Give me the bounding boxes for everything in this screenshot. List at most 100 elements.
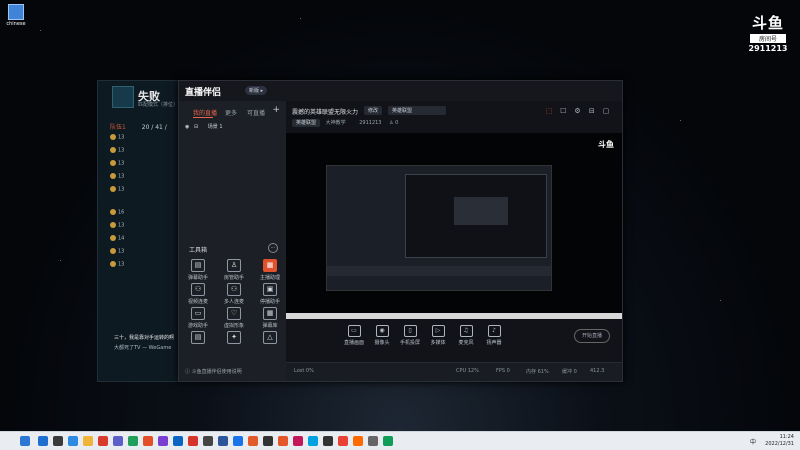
- taskbar-app-icon[interactable]: [248, 436, 258, 446]
- category-selector[interactable]: 英雄联盟: [388, 106, 446, 115]
- tool-label: 视频连麦: [187, 299, 208, 305]
- taskbar-app-icon[interactable]: [293, 436, 303, 446]
- taskbar-app-icon[interactable]: [143, 436, 153, 446]
- tool-button[interactable]: ▣ 停播助手: [255, 283, 285, 305]
- settings-icon[interactable]: ⚙: [572, 107, 584, 115]
- tool-button[interactable]: ⚇ 多人连麦: [219, 283, 249, 305]
- taskbar-app-icon[interactable]: [113, 436, 123, 446]
- control-button[interactable]: ♪ 扬声器: [480, 325, 508, 346]
- room-id: 2911213: [359, 120, 382, 126]
- champion-icon: [110, 235, 116, 241]
- tool-button[interactable]: ♙ 房管助手: [219, 259, 249, 281]
- room-category-chip[interactable]: 英雄联盟: [292, 119, 321, 127]
- control-icon: ▭: [347, 325, 361, 337]
- preview-nested-window: [405, 174, 547, 258]
- tab-available[interactable]: 可直播: [247, 108, 265, 117]
- control-icon: ♫: [459, 325, 473, 337]
- tool-label: 主播助理: [259, 275, 280, 281]
- team-row: 13: [110, 173, 182, 183]
- layout-icon[interactable]: ▢: [600, 107, 612, 115]
- taskbar-app-icon[interactable]: [353, 436, 363, 446]
- eye-icon[interactable]: ◉: [185, 124, 189, 130]
- status-buffer: 缓冲 0: [562, 369, 577, 375]
- control-bar: ▭ 直播画面 ◉ 摄像头 ▯ 手机投屏 ▷ 多媒体 ♫ 麦克风 ♪ 扬声器: [286, 323, 622, 353]
- tool-button[interactable]: ▤ 弹幕助手: [183, 259, 213, 281]
- taskbar-app-icon[interactable]: [173, 436, 183, 446]
- control-button[interactable]: ▷ 多媒体: [424, 325, 452, 346]
- taskbar-app-icon[interactable]: [128, 436, 138, 446]
- desktop-icon[interactable]: chinese: [6, 4, 26, 27]
- streaming-app-window[interactable]: 直播伴侣 新版 ▸ 我的直播 更多 可直播 + ◉ ⊟ 场景 1 工具箱 ⋯ ▤…: [178, 80, 623, 382]
- scene-item[interactable]: ◉ ⊟ 场景 1: [185, 123, 223, 130]
- control-label: 手机投屏: [399, 340, 420, 346]
- tool-button[interactable]: ▤: [183, 331, 213, 346]
- control-label: 多媒体: [430, 340, 446, 346]
- tool-button[interactable]: ✦: [219, 331, 249, 346]
- lock-icon[interactable]: ⊟: [194, 124, 198, 130]
- tool-button[interactable]: ▦ 弹幕库: [255, 307, 285, 329]
- tool-button[interactable]: ▭ 游戏助手: [183, 307, 213, 329]
- tool-label: 弹幕助手: [187, 275, 208, 281]
- main-area: 震撼的英雄联盟无限火力 修改 英雄联盟 英雄联盟 大神教学 2911213 ♙ …: [286, 101, 622, 381]
- star: [300, 18, 301, 19]
- taskbar-app-icon[interactable]: [323, 436, 333, 446]
- taskbar-app-icon[interactable]: [158, 436, 168, 446]
- taskbar-app-icon[interactable]: [83, 436, 93, 446]
- control-label: 摄像头: [374, 340, 390, 346]
- control-button[interactable]: ◉ 摄像头: [368, 325, 396, 346]
- taskbar-app-icon[interactable]: [308, 436, 318, 446]
- clock-time: 11:24: [779, 434, 794, 440]
- taskbar-app-icon[interactable]: [338, 436, 348, 446]
- team-row: 13: [110, 134, 182, 144]
- more-icon[interactable]: ⋯: [268, 243, 278, 253]
- input-language[interactable]: 中: [750, 437, 756, 446]
- edit-title-button[interactable]: 修改: [364, 106, 383, 115]
- taskbar-app-icon[interactable]: [38, 436, 48, 446]
- watermark-room-number: 2911213: [748, 44, 788, 53]
- preview-scene-strip: [286, 313, 622, 319]
- star: [60, 260, 61, 261]
- champion-icon: [110, 160, 116, 166]
- stream-preview[interactable]: 斗鱼: [286, 133, 622, 319]
- player-level: 13: [118, 160, 125, 167]
- record-icon[interactable]: ⬚: [543, 107, 555, 115]
- status-fps: FPS 0: [496, 368, 510, 374]
- control-icon: ▯: [403, 325, 417, 337]
- status-bar: Lost 0% CPU 12% FPS 0 内存 61% 缓冲 0 412.3: [286, 362, 622, 381]
- control-button[interactable]: ♫ 麦克风: [452, 325, 480, 346]
- taskbar-app-icon[interactable]: [98, 436, 108, 446]
- taskbar-app-icon[interactable]: [233, 436, 243, 446]
- taskbar-app-icon[interactable]: [263, 436, 273, 446]
- player-level: 13: [118, 186, 125, 193]
- tool-button[interactable]: ♡ 虚拟形象: [219, 307, 249, 329]
- help-note[interactable]: ⓘ 斗鱼直播伴侣使用说明: [185, 368, 242, 375]
- taskbar-app-icon[interactable]: [68, 436, 78, 446]
- tool-icon: ⚇: [227, 283, 241, 296]
- control-icon: ◉: [375, 325, 389, 337]
- taskbar-app-icon[interactable]: [368, 436, 378, 446]
- taskbar-app-icon[interactable]: [188, 436, 198, 446]
- control-button[interactable]: ▭ 直播画面: [340, 325, 368, 346]
- add-scene-button[interactable]: +: [272, 105, 280, 115]
- tool-button[interactable]: ⚇ 视频连麦: [183, 283, 213, 305]
- status-memory: 内存 61%: [526, 369, 549, 375]
- tab-my-live[interactable]: 我的直播: [193, 108, 217, 117]
- team-row: 13: [110, 147, 182, 157]
- version-badge[interactable]: 新版 ▸: [245, 86, 268, 95]
- taskbar-app-icon[interactable]: [218, 436, 228, 446]
- tool-button[interactable]: ▦ 主播助理: [255, 259, 285, 281]
- player-level: 14: [118, 235, 125, 242]
- tab-more[interactable]: 更多: [225, 108, 237, 117]
- message-icon[interactable]: ☐: [557, 107, 569, 115]
- tool-button[interactable]: △: [255, 331, 285, 346]
- taskbar-app-icon[interactable]: [203, 436, 213, 446]
- taskbar-app-icon[interactable]: [383, 436, 393, 446]
- taskbar-app-icon[interactable]: [53, 436, 63, 446]
- control-button[interactable]: ▯ 手机投屏: [396, 325, 424, 346]
- start-live-button[interactable]: 开始直播: [574, 329, 610, 343]
- clock[interactable]: 11:24 2022/12/31: [765, 434, 794, 448]
- tool-label: 房管助手: [223, 275, 244, 281]
- taskbar-app-icon[interactable]: [278, 436, 288, 446]
- notification-icon[interactable]: ⊟: [586, 107, 598, 115]
- start-icon[interactable]: [20, 436, 30, 446]
